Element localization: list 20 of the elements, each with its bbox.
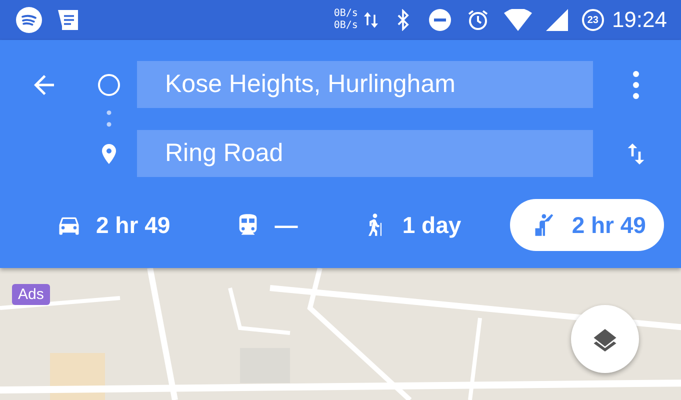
ads-badge: Ads	[12, 284, 50, 305]
cell-signal-icon	[546, 9, 568, 31]
spotify-icon	[16, 7, 42, 33]
destination-field[interactable]: Ring Road	[137, 130, 593, 177]
connector-dots-icon	[106, 110, 112, 128]
network-speed: 0B/s	[334, 8, 358, 20]
clock-time: 19:24	[612, 7, 667, 33]
message-icon	[56, 8, 80, 32]
travel-mode-tab[interactable]: 1 day	[346, 199, 478, 251]
battery-level: 23	[582, 9, 604, 31]
travel-mode-tab[interactable]: 2 hr 49	[40, 199, 186, 251]
do-not-disturb-icon	[428, 8, 452, 32]
network-speed: 0B/s	[334, 20, 358, 32]
travel-mode-tab[interactable]: 2 hr 49	[510, 199, 664, 251]
origin-circle-icon	[97, 72, 121, 96]
wifi-icon	[504, 9, 532, 31]
more-options-icon[interactable]	[632, 70, 640, 100]
travel-mode-tab[interactable]: —	[218, 199, 314, 251]
alarm-clock-icon	[466, 8, 490, 32]
origin-field[interactable]: Kose Heights, Hurlingham	[137, 61, 593, 108]
